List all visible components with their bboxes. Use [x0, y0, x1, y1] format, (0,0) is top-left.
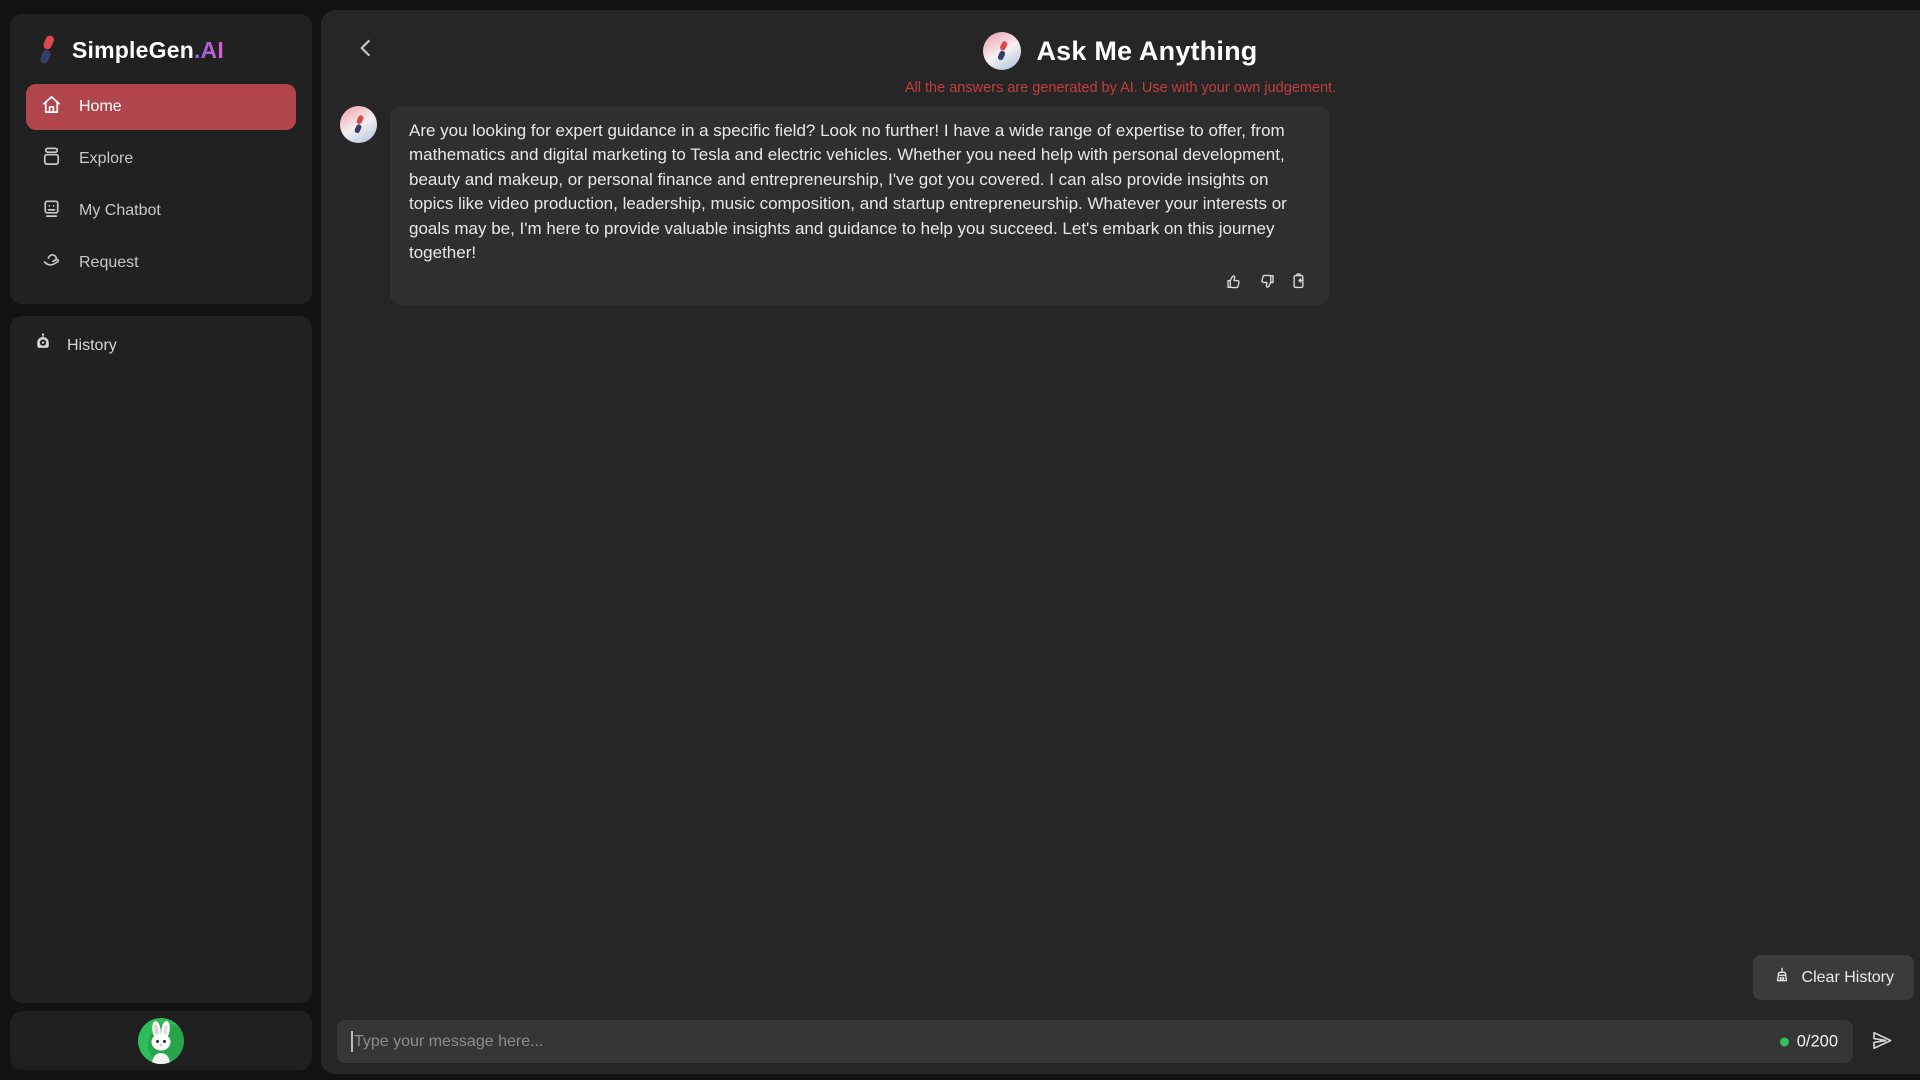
page-title: Ask Me Anything — [1036, 36, 1257, 67]
rabbit-mascot-icon — [138, 1018, 184, 1064]
sidebar-nav-card: SimpleGen.AI Home Explore — [10, 14, 312, 304]
brand-name-main: SimpleGen — [72, 37, 194, 63]
message-bot-avatar — [340, 106, 377, 143]
logo-bolt-icon — [36, 34, 58, 66]
message-text: Are you looking for expert guidance in a… — [409, 119, 1309, 265]
sidebar-item-history[interactable]: History — [10, 316, 312, 359]
thumbs-down-icon[interactable] — [1257, 272, 1276, 291]
send-button[interactable] — [1859, 1020, 1903, 1063]
message-actions — [409, 265, 1309, 297]
sidebar-item-request[interactable]: Request — [26, 240, 296, 286]
bot-avatar — [983, 32, 1021, 70]
char-counter: 0/200 — [1780, 1032, 1838, 1051]
sidebar-item-home[interactable]: Home — [26, 84, 296, 130]
copy-icon[interactable] — [1289, 272, 1308, 291]
brand-name: SimpleGen.AI — [72, 37, 224, 64]
sidebar-item-label: My Chatbot — [79, 202, 161, 220]
counter-text: 0/200 — [1797, 1032, 1838, 1051]
ai-disclaimer: All the answers are generated by AI. Use… — [321, 80, 1920, 96]
chat-panel: Ask Me Anything All the answers are gene… — [321, 10, 1920, 1074]
broom-icon — [1773, 966, 1791, 989]
send-icon — [1869, 1028, 1894, 1056]
chatbot-icon — [40, 197, 63, 225]
sidebar-footer — [10, 1011, 312, 1070]
sidebar-item-my-chatbot[interactable]: My Chatbot — [26, 188, 296, 234]
thumbs-up-icon[interactable] — [1225, 272, 1244, 291]
brand-name-accent: .AI — [194, 37, 224, 63]
request-icon — [40, 249, 63, 277]
sidebar-item-label: Request — [79, 254, 139, 272]
sidebar-item-explore[interactable]: Explore — [26, 136, 296, 182]
user-avatar[interactable] — [138, 1018, 184, 1064]
composer: 0/200 — [337, 1020, 1903, 1063]
app-window: SimpleGen.AI Home Explore — [0, 0, 1920, 1080]
chat-message: Are you looking for expert guidance in a… — [340, 106, 1329, 305]
home-icon — [40, 93, 63, 121]
message-input-wrap: 0/200 — [337, 1020, 1853, 1063]
explore-icon — [40, 145, 63, 173]
message-input[interactable] — [337, 1020, 1853, 1063]
text-caret — [351, 1031, 353, 1052]
history-label: History — [67, 337, 117, 355]
sidebar-item-label: Home — [79, 98, 122, 116]
sidebar-history-card: History — [10, 316, 312, 1003]
history-robot-icon — [32, 332, 54, 359]
chat-header: Ask Me Anything — [321, 28, 1920, 74]
sidebar-item-label: Explore — [79, 150, 133, 168]
message-bubble: Are you looking for expert guidance in a… — [390, 106, 1329, 305]
clear-history-button[interactable]: Clear History — [1753, 955, 1914, 1000]
brand-logo[interactable]: SimpleGen.AI — [10, 14, 312, 78]
clear-history-label: Clear History — [1802, 969, 1894, 987]
counter-dot — [1780, 1037, 1789, 1046]
